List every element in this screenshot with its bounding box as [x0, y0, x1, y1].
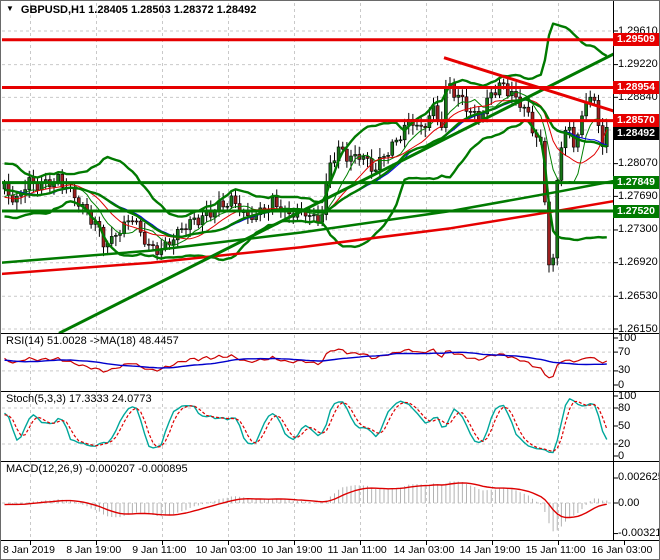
- price-level-badge: 1.27520: [613, 204, 659, 218]
- candles-layer: [2, 76, 609, 273]
- time-axis-label: 14 Jan 19:00: [459, 544, 521, 556]
- macd-tick-label: 0.00: [618, 496, 640, 509]
- time-axis-label: 9 Jan 11:00: [132, 544, 187, 556]
- current-price-badge: 1.28492: [613, 126, 659, 140]
- rsi-indicator-label: RSI(14) 51.0028 ->MA(18) 48.4457: [6, 335, 179, 347]
- chart-title: ▼ GBPUSD,H1 1.28405 1.28503 1.28372 1.284…: [6, 4, 256, 16]
- time-axis-label: 15 Jan 11:00: [525, 544, 586, 556]
- time-axis-label: 8 Jan 2019: [3, 544, 55, 556]
- stoch-tick-label: 80: [618, 401, 631, 414]
- price-level-badge: 1.28570: [613, 114, 659, 128]
- time-axis-label: 10 Jan 03:00: [195, 544, 257, 556]
- rsi-tick-label: 30: [618, 364, 631, 377]
- y-axis-tick-label: 1.26920: [618, 256, 658, 269]
- y-axis-tick-label: 1.28070: [618, 157, 658, 170]
- time-axis-label: 8 Jan 19:00: [66, 544, 122, 556]
- time-axis-label: 10 Jan 19:00: [261, 544, 323, 556]
- stoch-indicator-label: Stoch(5,3,3) 17.3333 24.0773: [6, 393, 152, 405]
- symbol-dropdown-icon[interactable]: ▼: [6, 4, 14, 13]
- rsi-tick-label: 70: [618, 345, 631, 358]
- price-level-badge: 1.28954: [613, 81, 659, 94]
- symbol-ohlc-title: GBPUSD,H1 1.28405 1.28503 1.28372 1.2849…: [20, 4, 257, 16]
- y-axis-tick-label: 1.27300: [618, 223, 658, 236]
- macd-tick-label: 0.002625: [618, 471, 660, 484]
- stoch-tick-label: 50: [618, 419, 631, 432]
- macd-tick-label: -0.00321: [618, 527, 660, 540]
- y-axis-tick-label: 1.29220: [618, 58, 658, 71]
- time-axis-label: 11 Jan 11:00: [327, 544, 387, 556]
- chart-window: ▼ GBPUSD,H1 1.28405 1.28503 1.28372 1.284…: [0, 0, 660, 560]
- macd-indicator-label: MACD(12,26,9) -0.000207 -0.000895: [6, 463, 188, 475]
- rsi-tick-label: 100: [618, 331, 637, 344]
- macd-layer: [4, 481, 608, 532]
- time-axis-label: 14 Jan 03:00: [393, 544, 455, 556]
- stoch-tick-label: 0: [618, 449, 625, 462]
- price-chart-canvas[interactable]: [1, 1, 660, 560]
- grid-layer: [2, 3, 612, 539]
- y-axis-tick-label: 1.26530: [618, 289, 658, 302]
- time-axis-label: 16 Jan 03:00: [591, 544, 653, 556]
- y-axis-tick-label: 1.27690: [618, 189, 658, 202]
- rsi-layer: [4, 348, 608, 379]
- price-level-badge: 1.27849: [613, 176, 659, 190]
- price-level-badge: 1.29509: [613, 33, 659, 47]
